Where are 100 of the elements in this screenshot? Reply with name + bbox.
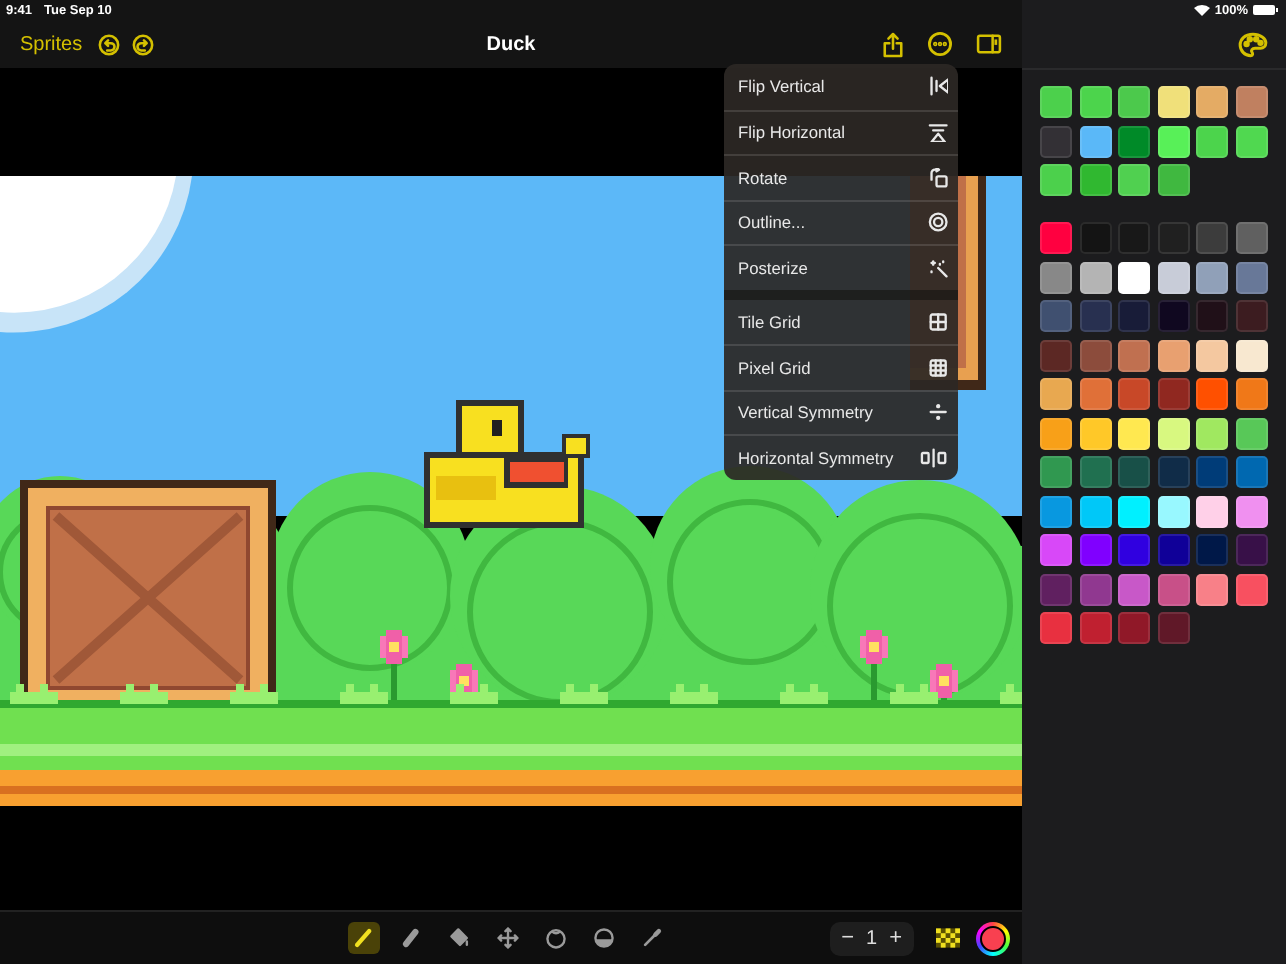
color-swatch[interactable] — [1157, 456, 1189, 488]
color-swatch[interactable] — [1235, 417, 1267, 449]
color-swatch[interactable] — [1079, 534, 1111, 566]
color-swatch[interactable] — [1157, 222, 1189, 254]
color-swatch[interactable] — [1079, 125, 1111, 157]
color-swatch[interactable] — [1196, 86, 1228, 118]
color-swatch[interactable] — [1040, 164, 1072, 196]
menu-item[interactable]: Vertical Symmetry — [724, 389, 958, 434]
color-swatch[interactable] — [1079, 495, 1111, 527]
pattern-button[interactable] — [936, 928, 960, 948]
color-swatch[interactable] — [1196, 378, 1228, 410]
color-swatch[interactable] — [1118, 339, 1150, 371]
color-swatch[interactable] — [1040, 125, 1072, 157]
color-swatch[interactable] — [1040, 417, 1072, 449]
color-swatch[interactable] — [1157, 573, 1189, 605]
color-swatch[interactable] — [1196, 534, 1228, 566]
color-swatch[interactable] — [1118, 261, 1150, 293]
color-swatch[interactable] — [1040, 612, 1072, 644]
color-swatch[interactable] — [1157, 417, 1189, 449]
color-swatch[interactable] — [1079, 456, 1111, 488]
color-swatch[interactable] — [1235, 573, 1267, 605]
color-swatch[interactable] — [1157, 125, 1189, 157]
undo-button[interactable] — [98, 33, 121, 55]
color-swatch[interactable] — [1040, 573, 1072, 605]
color-swatch[interactable] — [1079, 378, 1111, 410]
color-swatch[interactable] — [1157, 378, 1189, 410]
color-swatch[interactable] — [1040, 222, 1072, 254]
color-swatch[interactable] — [1118, 164, 1150, 196]
color-swatch[interactable] — [1118, 456, 1150, 488]
color-swatch[interactable] — [1040, 86, 1072, 118]
color-swatch[interactable] — [1157, 495, 1189, 527]
color-swatch[interactable] — [1079, 300, 1111, 332]
color-swatch[interactable] — [1118, 573, 1150, 605]
menu-item[interactable]: Posterize — [724, 244, 958, 289]
palette-button[interactable] — [1238, 31, 1268, 57]
color-swatch[interactable] — [1196, 300, 1228, 332]
color-swatch[interactable] — [1196, 339, 1228, 371]
color-swatch[interactable] — [1235, 495, 1267, 527]
color-swatch[interactable] — [1040, 378, 1072, 410]
menu-item[interactable]: Flip Vertical — [724, 64, 958, 109]
color-swatch[interactable] — [1157, 612, 1189, 644]
color-swatch[interactable] — [1040, 456, 1072, 488]
more-button[interactable] — [928, 32, 952, 56]
color-swatch[interactable] — [1118, 378, 1150, 410]
color-swatch[interactable] — [1196, 261, 1228, 293]
color-swatch[interactable] — [1235, 534, 1267, 566]
menu-item[interactable]: Flip Horizontal — [724, 109, 958, 154]
color-swatch[interactable] — [1235, 300, 1267, 332]
color-swatch[interactable] — [1235, 339, 1267, 371]
tool-button[interactable] — [348, 922, 380, 954]
color-swatch[interactable] — [1079, 86, 1111, 118]
color-swatch[interactable] — [1157, 86, 1189, 118]
color-swatch[interactable] — [1157, 300, 1189, 332]
share-button[interactable] — [882, 31, 904, 57]
color-swatch[interactable] — [1235, 86, 1267, 118]
color-swatch[interactable] — [1079, 573, 1111, 605]
color-swatch[interactable] — [1157, 339, 1189, 371]
color-swatch[interactable] — [1040, 339, 1072, 371]
color-swatch[interactable] — [1196, 125, 1228, 157]
menu-item[interactable]: Rotate — [724, 154, 958, 199]
color-swatch[interactable] — [1196, 222, 1228, 254]
color-swatch[interactable] — [1157, 164, 1189, 196]
increment-button[interactable]: + — [889, 926, 902, 950]
color-swatch[interactable] — [1079, 612, 1111, 644]
color-swatch[interactable] — [1118, 417, 1150, 449]
color-swatch[interactable] — [1118, 125, 1150, 157]
menu-item[interactable]: Outline... — [724, 199, 958, 244]
color-swatch[interactable] — [1079, 339, 1111, 371]
color-swatch[interactable] — [1235, 261, 1267, 293]
back-button[interactable]: Sprites — [20, 33, 83, 55]
color-swatch[interactable] — [1118, 495, 1150, 527]
color-swatch[interactable] — [1040, 300, 1072, 332]
color-swatch[interactable] — [1040, 495, 1072, 527]
color-swatch[interactable] — [1235, 378, 1267, 410]
sidebar-button[interactable] — [976, 34, 1002, 54]
color-swatch[interactable] — [1040, 261, 1072, 293]
redo-button[interactable] — [132, 33, 155, 55]
menu-item[interactable]: Horizontal Symmetry — [724, 434, 958, 479]
color-swatch[interactable] — [1235, 125, 1267, 157]
color-swatch[interactable] — [1118, 534, 1150, 566]
color-swatch[interactable] — [1157, 261, 1189, 293]
color-swatch[interactable] — [1118, 300, 1150, 332]
color-swatch[interactable] — [1157, 534, 1189, 566]
decrement-button[interactable]: − — [841, 926, 854, 950]
color-swatch[interactable] — [1079, 164, 1111, 196]
color-swatch[interactable] — [1118, 612, 1150, 644]
current-color-button[interactable] — [976, 921, 1010, 955]
color-swatch[interactable] — [1118, 86, 1150, 118]
color-swatch[interactable] — [1196, 495, 1228, 527]
color-swatch[interactable] — [1079, 417, 1111, 449]
color-swatch[interactable] — [1040, 534, 1072, 566]
menu-item[interactable]: Tile Grid — [724, 299, 958, 344]
color-swatch[interactable] — [1196, 456, 1228, 488]
menu-item[interactable]: Pixel Grid — [724, 344, 958, 389]
color-swatch[interactable] — [1079, 261, 1111, 293]
color-swatch[interactable] — [1235, 222, 1267, 254]
tool-button[interactable] — [492, 922, 524, 954]
color-swatch[interactable] — [1196, 417, 1228, 449]
tool-button[interactable] — [588, 922, 620, 954]
color-swatch[interactable] — [1235, 456, 1267, 488]
